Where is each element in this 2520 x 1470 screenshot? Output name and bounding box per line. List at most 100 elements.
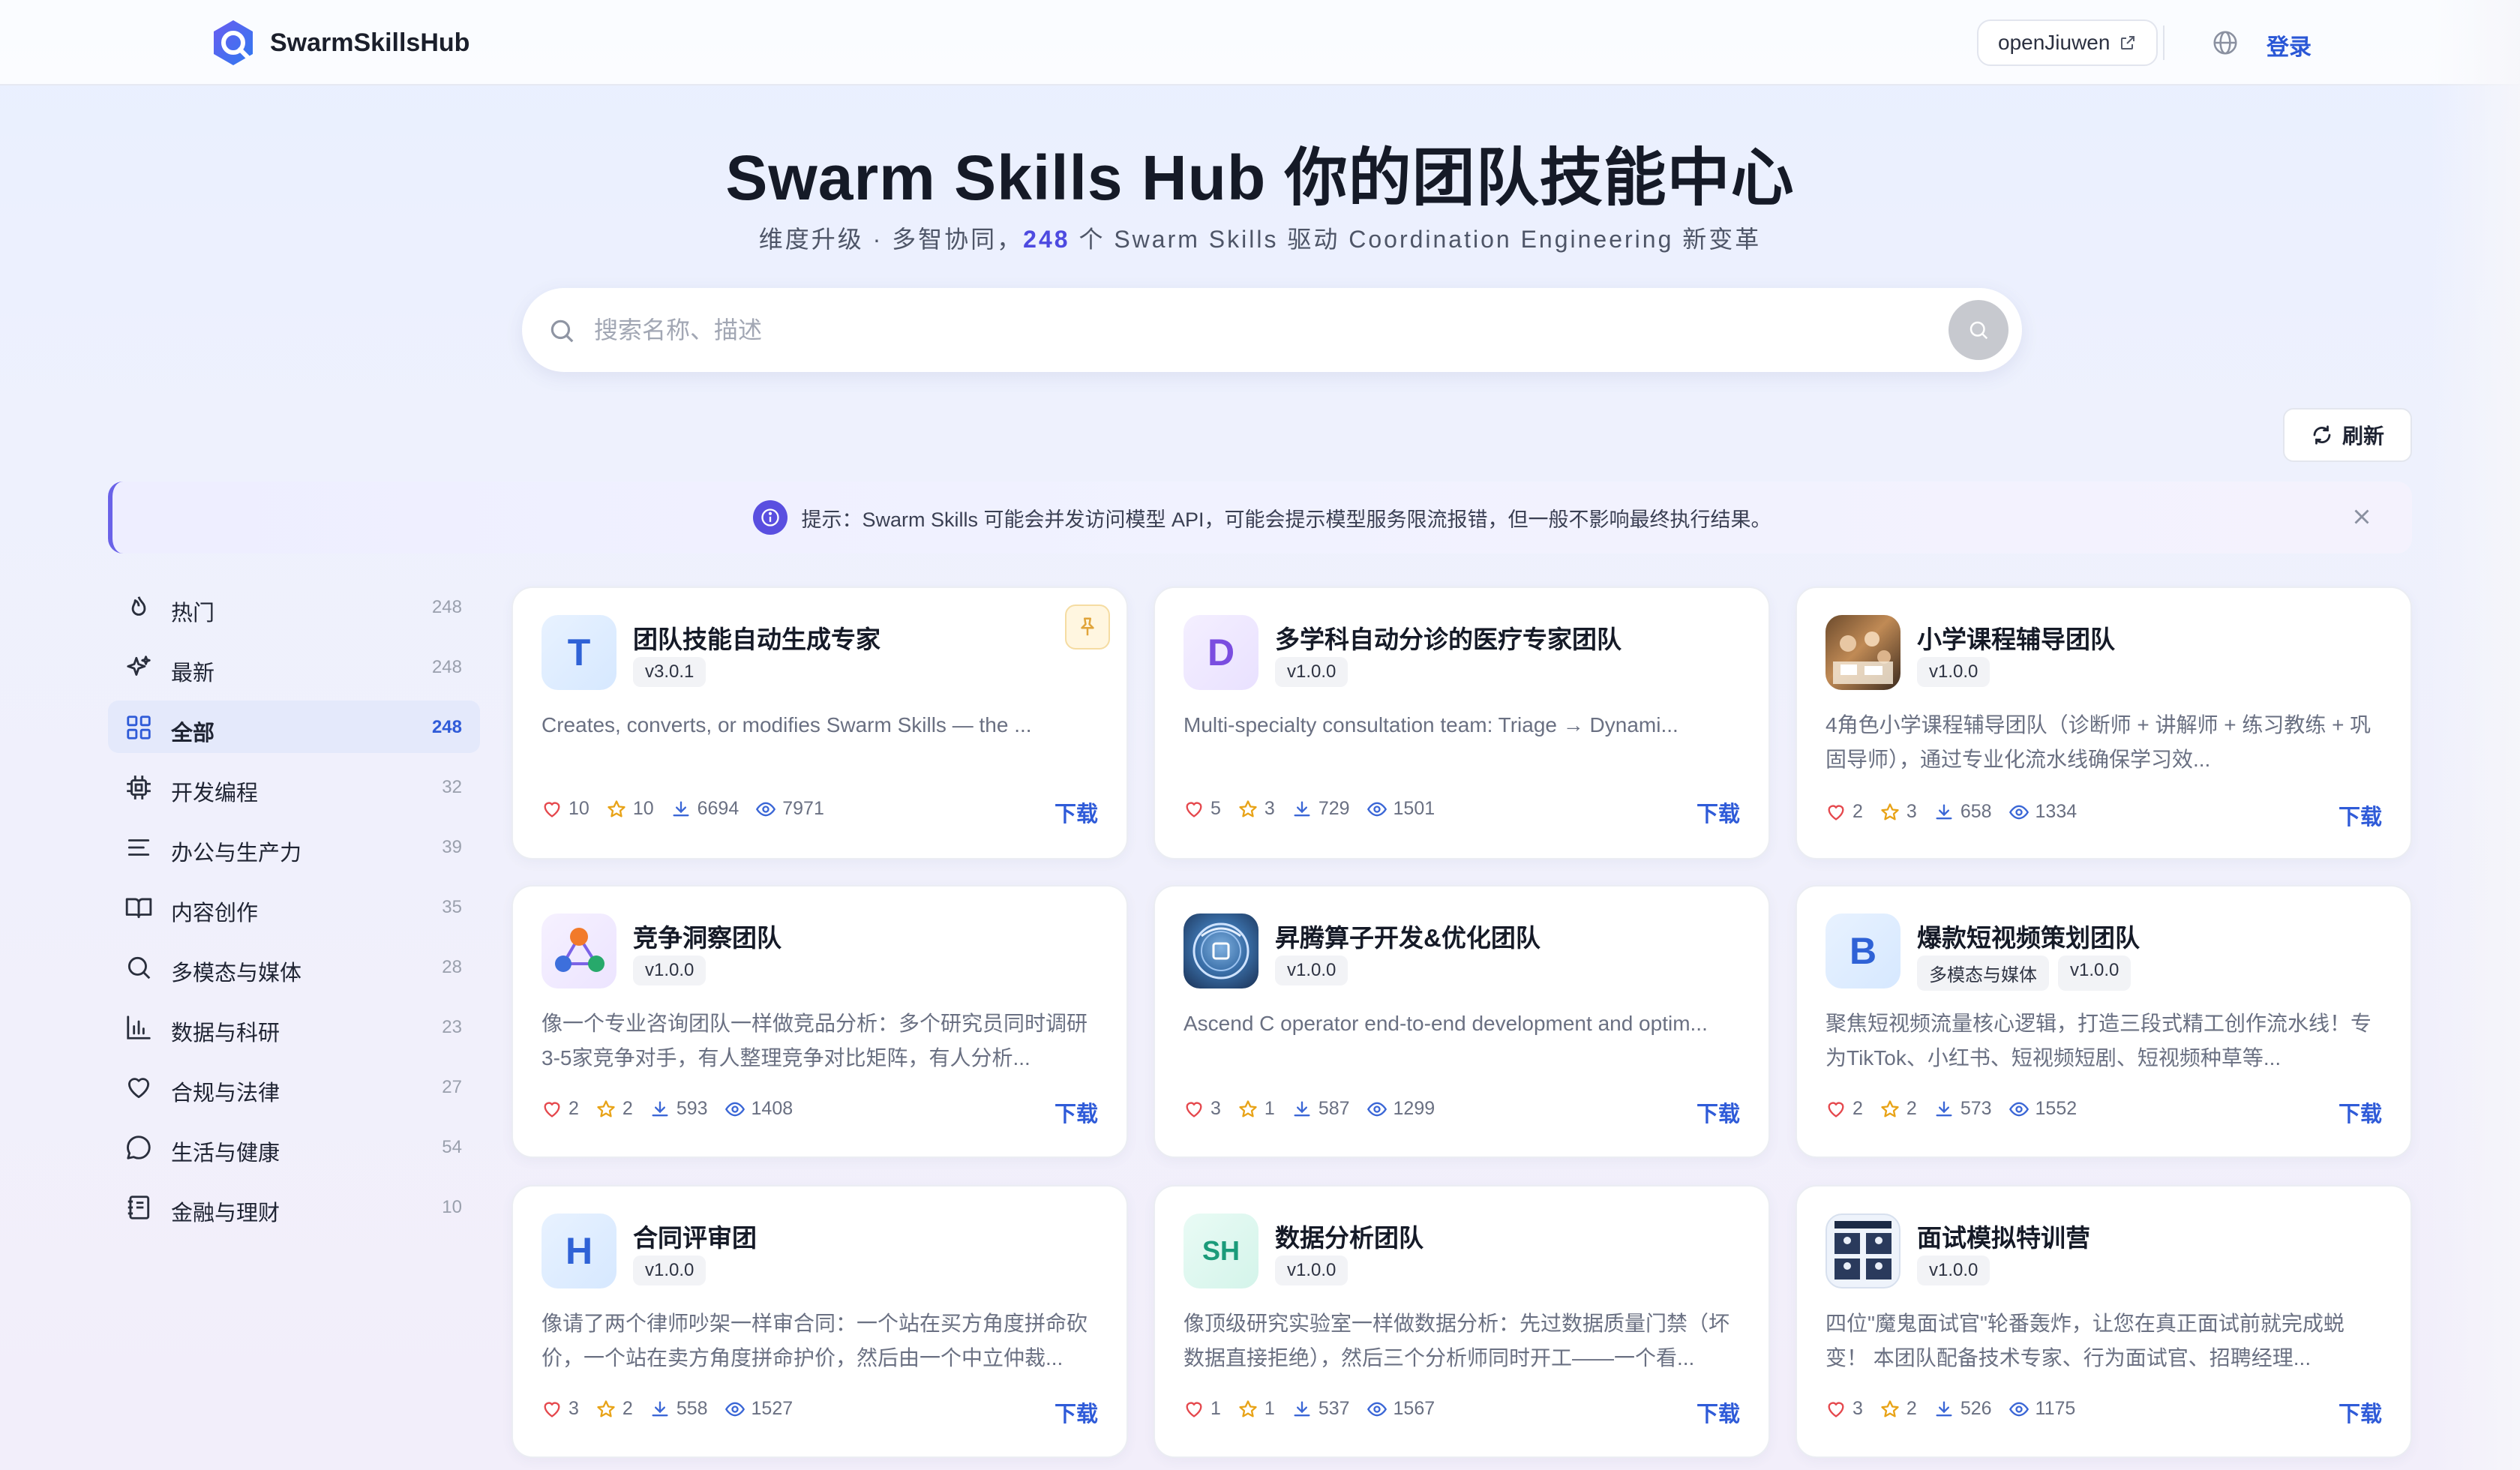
sidebar-item-all[interactable]: 全部 248 bbox=[108, 700, 480, 753]
skill-card[interactable]: 昇腾算子开发&优化团队 v1.0.0 Ascend C operator end… bbox=[1154, 885, 1770, 1158]
card-description: Creates, converts, or modifies Swarm Ski… bbox=[542, 713, 1032, 736]
heart-icon bbox=[1828, 1401, 1844, 1418]
views-stat: 1552 bbox=[2008, 1098, 2077, 1120]
card-title[interactable]: 面试模拟特训营 bbox=[1917, 1218, 2090, 1254]
sidebar-item-data[interactable]: 数据与科研 23 bbox=[108, 1000, 480, 1053]
heart-icon bbox=[1186, 801, 1202, 818]
search-icon bbox=[550, 320, 574, 343]
download-button[interactable]: 下载 bbox=[1054, 796, 1098, 828]
downloads-stat: 537 bbox=[1292, 1398, 1350, 1420]
likes-stat[interactable]: 3 bbox=[1826, 1398, 1863, 1420]
stars-stat[interactable]: 2 bbox=[596, 1098, 633, 1120]
download-button[interactable]: 下载 bbox=[1054, 1096, 1098, 1128]
search-input[interactable] bbox=[594, 306, 1869, 354]
download-button[interactable]: 下载 bbox=[1696, 1396, 1740, 1428]
brand-logo[interactable]: SwarmSkillsHub bbox=[208, 18, 470, 68]
skill-card[interactable]: B 爆款短视频策划团队 多模态与媒体 v1.0.0 聚焦短视频流量核心逻辑，打造… bbox=[1796, 885, 2412, 1158]
sidebar-item-office[interactable]: 办公与生产力 39 bbox=[108, 820, 480, 873]
sidebar-item-finance[interactable]: 金融与理财 10 bbox=[108, 1180, 480, 1233]
skill-card[interactable]: 小学课程辅导团队 v1.0.0 4角色小学课程辅导团队（诊断师 + 讲解师 + … bbox=[1796, 586, 2412, 860]
likes-stat[interactable]: 2 bbox=[1826, 1098, 1863, 1120]
stars-stat[interactable]: 3 bbox=[1880, 801, 1917, 823]
openjiuwen-link[interactable]: openJiuwen bbox=[1977, 20, 2158, 66]
likes-stat[interactable]: 2 bbox=[542, 1098, 579, 1120]
skill-card[interactable]: D 多学科自动分诊的医疗专家团队 v1.0.0 Multi-specialty … bbox=[1154, 586, 1770, 860]
stars-stat[interactable]: 3 bbox=[1238, 798, 1275, 820]
card-stats: 2 2 573 1552 bbox=[1826, 1098, 2077, 1120]
category-tag: 多模态与媒体 bbox=[1917, 956, 2049, 991]
sidebar-item-multimodal[interactable]: 多模态与媒体 28 bbox=[108, 940, 480, 993]
card-stats: 5 3 729 1501 bbox=[1184, 798, 1435, 820]
heart-icon bbox=[1186, 1101, 1202, 1118]
sidebar-item-dev[interactable]: 开发编程 32 bbox=[108, 760, 480, 813]
stars-stat[interactable]: 1 bbox=[1238, 1398, 1275, 1420]
sidebar-item-count: 248 bbox=[431, 597, 462, 617]
card-title[interactable]: 数据分析团队 bbox=[1275, 1218, 1424, 1254]
search-icon bbox=[1970, 321, 1988, 340]
card-avatar: D bbox=[1184, 615, 1258, 690]
likes-stat[interactable]: 10 bbox=[542, 798, 590, 820]
search-button[interactable] bbox=[1948, 300, 2008, 360]
card-title[interactable]: 多学科自动分诊的医疗专家团队 bbox=[1275, 620, 1622, 656]
version-tag: v1.0.0 bbox=[2058, 956, 2132, 991]
card-stats: 1 1 537 1567 bbox=[1184, 1398, 1435, 1420]
stars-stat[interactable]: 2 bbox=[1880, 1098, 1917, 1120]
downloads-stat: 729 bbox=[1292, 798, 1350, 820]
stars-stat[interactable]: 10 bbox=[606, 798, 654, 820]
skill-card[interactable]: 竞争洞察团队 v1.0.0 像一个专业咨询团队一样做竞品分析：多个研究员同时调研… bbox=[512, 885, 1128, 1158]
grid-icon bbox=[127, 716, 151, 740]
card-title[interactable]: 竞争洞察团队 bbox=[633, 918, 782, 954]
card-title[interactable]: 小学课程辅导团队 bbox=[1917, 620, 2115, 656]
version-tag: v1.0.0 bbox=[633, 1256, 706, 1286]
likes-stat[interactable]: 5 bbox=[1184, 798, 1221, 820]
downloads-stat: 587 bbox=[1292, 1098, 1350, 1120]
stars-stat[interactable]: 2 bbox=[1880, 1398, 1917, 1420]
skill-card[interactable]: SH 数据分析团队 v1.0.0 像顶级研究实验室一样做数据分析：先过数据质量门… bbox=[1154, 1185, 1770, 1458]
classroom-photo-icon bbox=[1826, 615, 1900, 690]
download-icon bbox=[673, 801, 689, 816]
stars-stat[interactable]: 2 bbox=[596, 1398, 633, 1420]
divider bbox=[2163, 26, 2164, 60]
downloads-stat: 593 bbox=[650, 1098, 708, 1120]
interview-poster-icon bbox=[1826, 1214, 1900, 1288]
card-title[interactable]: 团队技能自动生成专家 bbox=[633, 620, 880, 656]
download-button[interactable]: 下载 bbox=[2338, 1096, 2382, 1128]
skill-card[interactable]: H 合同评审团 v1.0.0 像请了两个律师吵架一样审合同：一个站在买方角度拼命… bbox=[512, 1185, 1128, 1458]
likes-stat[interactable]: 3 bbox=[1184, 1098, 1221, 1120]
download-button[interactable]: 下载 bbox=[1696, 796, 1740, 828]
likes-stat[interactable]: 2 bbox=[1826, 801, 1863, 823]
sidebar-item-label: 办公与生产力 bbox=[171, 842, 302, 866]
star-icon bbox=[1881, 1400, 1899, 1417]
pin-icon[interactable] bbox=[1065, 604, 1110, 650]
sidebar-item-content[interactable]: 内容创作 35 bbox=[108, 880, 480, 933]
download-button[interactable]: 下载 bbox=[1054, 1396, 1098, 1428]
download-button[interactable]: 下载 bbox=[1696, 1096, 1740, 1128]
skill-card[interactable]: T 团队技能自动生成专家 v3.0.1 Creates, converts, o… bbox=[512, 586, 1128, 860]
sidebar-item-latest[interactable]: 最新 248 bbox=[108, 640, 480, 693]
version-tag: v1.0.0 bbox=[1275, 1256, 1348, 1286]
sidebar-item-hot[interactable]: 热门 248 bbox=[108, 580, 480, 633]
close-icon[interactable] bbox=[2349, 504, 2374, 530]
card-stats: 3 2 526 1175 bbox=[1826, 1398, 2075, 1420]
likes-stat[interactable]: 3 bbox=[542, 1398, 579, 1420]
skill-card[interactable]: 面试模拟特训营 v1.0.0 四位"魔鬼面试官"轮番轰炸，让您在真正面试前就完成… bbox=[1796, 1185, 2412, 1458]
sidebar-item-count: 23 bbox=[442, 1017, 462, 1037]
star-icon bbox=[597, 1400, 615, 1417]
card-tags: v1.0.0 bbox=[1917, 657, 1990, 687]
login-link[interactable]: 登录 bbox=[2266, 28, 2312, 62]
sparkle-icon bbox=[127, 656, 151, 676]
card-title[interactable]: 爆款短视频策划团队 bbox=[1917, 918, 2140, 954]
sidebar-item-life[interactable]: 生活与健康 54 bbox=[108, 1120, 480, 1173]
sidebar-item-legal[interactable]: 合规与法律 27 bbox=[108, 1060, 480, 1113]
download-button[interactable]: 下载 bbox=[2338, 1396, 2382, 1428]
download-button[interactable]: 下载 bbox=[2338, 800, 2382, 831]
card-description: Ascend C operator end-to-end development… bbox=[1184, 1012, 1708, 1035]
eye-icon bbox=[1366, 1402, 1387, 1416]
stars-stat[interactable]: 1 bbox=[1238, 1098, 1275, 1120]
refresh-button[interactable]: 刷新 bbox=[2283, 408, 2412, 462]
globe-icon[interactable] bbox=[2211, 28, 2240, 57]
card-title[interactable]: 昇腾算子开发&优化团队 bbox=[1275, 918, 1540, 954]
card-title[interactable]: 合同评审团 bbox=[633, 1218, 757, 1254]
likes-stat[interactable]: 1 bbox=[1184, 1398, 1221, 1420]
search-bar bbox=[522, 288, 2022, 372]
